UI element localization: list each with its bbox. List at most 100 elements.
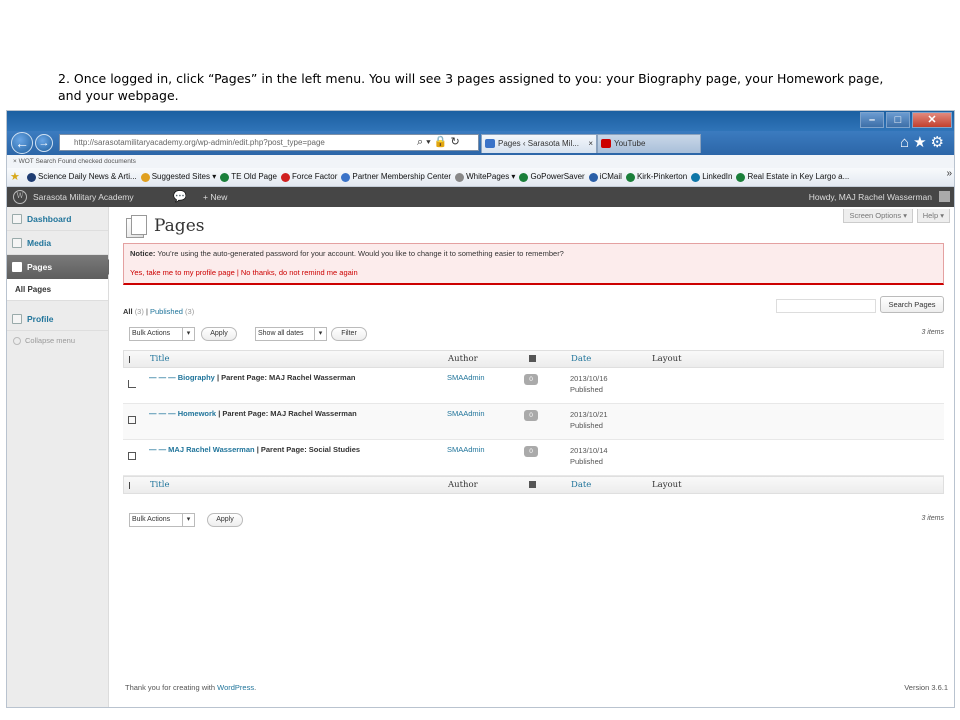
tab-youtube[interactable]: YouTube [597,134,701,153]
tab-close-icon[interactable]: × [588,135,593,152]
filter-button[interactable]: Filter [331,327,367,341]
admin-sidebar: Dashboard Media Pages All Pages Profile … [7,207,116,707]
favorite-item[interactable]: Real Estate in Key Largo a... [736,168,849,186]
apply-button-bottom[interactable]: Apply [207,513,243,527]
row-checkbox[interactable] [128,416,136,424]
favorite-item[interactable]: Partner Membership Center [341,168,451,186]
filter-all-link[interactable]: All [123,307,133,316]
wordpress-link[interactable]: WordPress [217,683,254,692]
address-search-refresh-icons[interactable]: ⌕▾🔒↻ [417,135,463,149]
wp-admin-bar: W Sarasota Military Academy 💬 + New Howd… [7,187,954,207]
filter-published-count: (3) [185,307,195,316]
dates-select[interactable]: Show all dates ▾ [255,327,327,341]
favorite-item[interactable]: LinkedIn [691,168,732,186]
row-date-value: 2013/10/16 [570,374,608,383]
forward-icon[interactable]: → [35,134,53,152]
row-title-link[interactable]: Homework [178,409,216,418]
column-layout-bottom: Layout [652,480,682,490]
youtube-favicon-icon [601,139,611,148]
sidebar-subitem-all-pages[interactable]: All Pages [7,279,108,301]
favorite-site-icon [27,172,36,182]
favorite-label: Suggested Sites ▾ [151,172,217,181]
bulk-actions-select-bottom[interactable]: Bulk Actions ▾ [129,513,195,527]
password-notice: Notice: You’re using the auto-generated … [123,243,944,285]
close-window-icon[interactable]: ✕ [912,112,952,128]
search-pages-button[interactable]: Search Pages [880,296,944,313]
apply-button-top[interactable]: Apply [201,327,237,341]
favorite-site-icon [519,172,529,182]
filter-published-link[interactable]: Published [150,307,183,316]
row-title: — — — Biography | Parent Page: MAJ Rache… [149,373,355,382]
back-icon[interactable]: ← [11,132,33,154]
row-author[interactable]: SMAAdmin [447,409,485,418]
row-indent: — — — [149,373,178,382]
site-name-link[interactable]: Sarasota Military Academy [33,187,134,207]
bulk-actions-select-top[interactable]: Bulk Actions ▾ [129,327,195,341]
select-all-checkbox[interactable] [129,356,135,363]
comment-count-icon[interactable]: 0 [524,410,538,421]
row-title-link[interactable]: MAJ Rachel Wasserman [168,445,254,454]
column-title-bottom[interactable]: Title [150,477,170,494]
favorite-site-icon [341,172,351,182]
favorite-item[interactable]: TE Old Page [220,168,277,186]
instruction-line-2: and your webpage. [58,88,179,103]
row-checkbox[interactable] [128,380,136,388]
new-content-link[interactable]: + New [203,187,227,207]
sidebar-item-media[interactable]: Media [7,231,108,255]
collapse-menu-button[interactable]: Collapse menu [7,331,108,351]
row-date-value: 2013/10/14 [570,446,608,455]
row-checkbox[interactable] [128,452,136,460]
row-author[interactable]: SMAAdmin [447,373,485,382]
comment-count-icon[interactable]: 0 [524,446,538,457]
sidebar-item-profile[interactable]: Profile [7,307,108,331]
favorite-item[interactable]: Force Factor [281,168,337,186]
favorite-item[interactable]: GoPowerSaver [519,168,585,186]
column-date[interactable]: Date [571,351,591,368]
row-indent: — — [149,445,169,454]
comment-count-icon[interactable]: 0 [524,374,538,385]
media-icon [12,238,22,248]
column-date-bottom[interactable]: Date [571,477,591,494]
comments-icon[interactable]: 💬 [173,187,187,207]
column-title[interactable]: Title [150,351,170,368]
more-favorites-icon[interactable]: » [946,168,952,183]
favorite-label: WhitePages ▾ [466,172,516,181]
search-pages-input[interactable] [776,299,876,313]
favorites-star-icon[interactable]: ★ [10,168,20,186]
favorite-item[interactable]: Suggested Sites ▾ [140,168,217,186]
pages-table: Title Author Date Layout — — — Biography… [123,350,944,494]
footer-suffix: . [254,683,257,692]
sidebar-item-pages[interactable]: Pages [7,255,116,279]
home-star-gear-icons[interactable]: ⌂★⚙ [900,133,948,151]
help-button[interactable]: Help ▾ [916,209,950,223]
favorite-item[interactable]: WhitePages ▾ [455,168,515,186]
favorite-item[interactable]: Kirk-Pinkerton [625,168,688,186]
howdy-user-link[interactable]: Howdy, MAJ Rachel Wasserman [809,187,932,207]
favorite-item[interactable]: iCMail [588,168,622,186]
table-footer: Title Author Date Layout [123,476,944,494]
row-author[interactable]: SMAAdmin [447,445,485,454]
row-date: 2013/10/14 Published [570,445,608,467]
select-all-checkbox-bottom[interactable] [129,482,135,489]
table-row: — — — Homework | Parent Page: MAJ Rachel… [123,404,944,440]
screen-options-button[interactable]: Screen Options ▾ [843,209,913,223]
minimize-icon[interactable]: – [860,112,884,128]
address-bar[interactable]: http://sarasotamilitaryacademy.org/wp-ad… [59,134,479,151]
page-title: Pages [154,216,205,236]
row-indent: — — — [149,409,178,418]
wordpress-logo-icon[interactable]: W [13,190,27,204]
chevron-down-icon: ▾ [314,328,326,340]
favorite-item[interactable]: Science Daily News & Arti... [27,168,137,186]
favorite-label: Kirk-Pinkerton [636,172,688,181]
row-title-link[interactable]: Biography [178,373,215,382]
favorite-label: Science Daily News & Arti... [38,172,137,181]
avatar[interactable] [939,191,950,202]
tab-youtube-label: YouTube [614,139,646,148]
sidebar-item-dashboard[interactable]: Dashboard [7,207,108,231]
wordpress-favicon-icon [485,139,495,148]
notice-label: Notice: [130,249,156,258]
collapse-icon [13,337,21,345]
maximize-icon[interactable]: □ [886,112,910,128]
tab-pages[interactable]: Pages ‹ Sarasota Mil... × [481,134,597,153]
notice-links[interactable]: Yes, take me to my profile page | No tha… [130,268,358,277]
